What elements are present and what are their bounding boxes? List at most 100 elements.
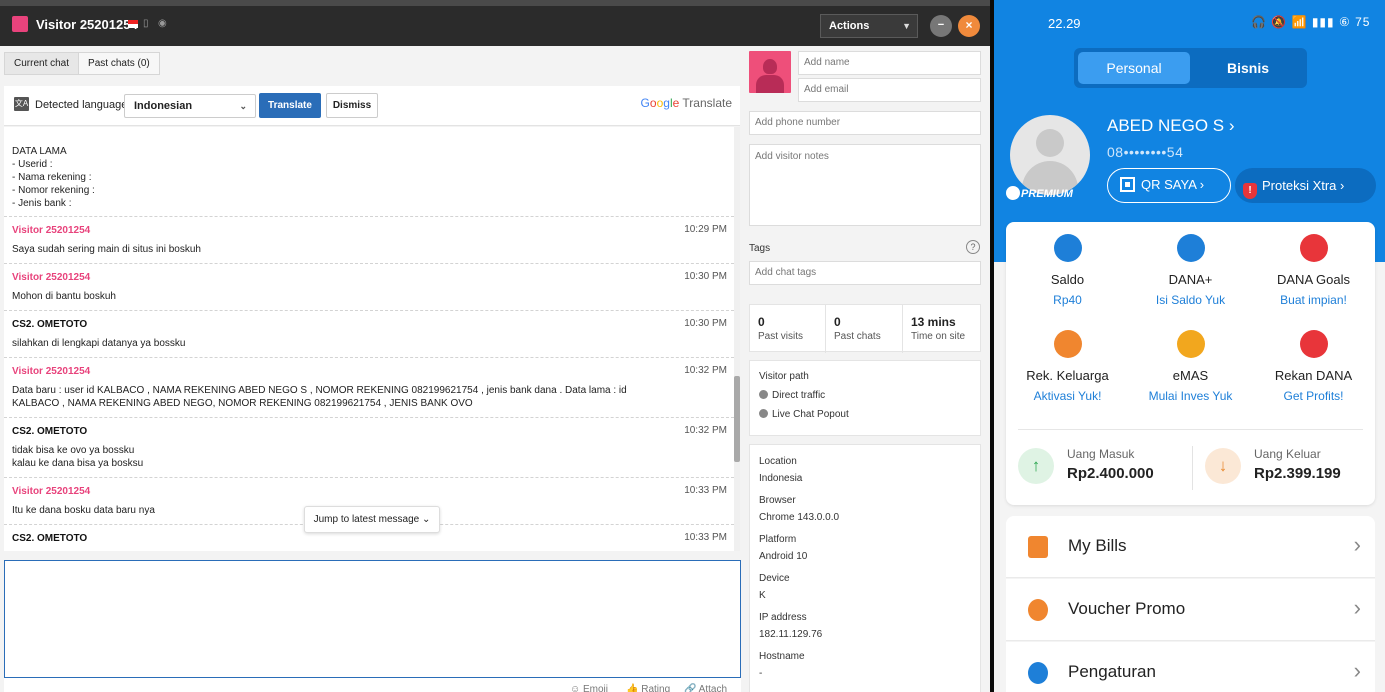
cash-out-label: Uang Keluar [1254,447,1321,461]
service-name: DANA+ [1168,272,1213,287]
window-title: Visitor 25201254 [36,17,138,32]
service-dana-[interactable]: DANA+ Isi Saldo Yuk [1129,234,1252,307]
message-text: tidak bisa ke ovo ya bossku [12,445,135,456]
message-time: 10:33 PM [684,485,727,496]
proteksi-xtra-button[interactable]: ! Proteksi Xtra › [1235,168,1376,203]
message-line: - Jenis bank : [12,198,72,209]
jump-to-latest-button[interactable]: Jump to latest message ⌄ [304,506,440,533]
service-rekan-dana[interactable]: Rekan DANA Get Profits! [1252,330,1375,403]
message-list[interactable]: DATA LAMA - Userid : - Nama rekening : -… [4,127,734,551]
chevron-down-icon: ▼ [902,21,911,31]
attach-button[interactable]: 🔗 Attach [684,684,727,692]
compose-toolbar: ☺ Emoji 👍 Rating 🔗 Attach [4,678,741,692]
premium-icon [1006,186,1020,200]
chat-tags-field[interactable]: Add chat tags [749,261,981,285]
message-time: 10:32 PM [684,425,727,436]
service-saldo[interactable]: Saldo Rp40 [1006,234,1129,307]
message-sender: Visitor 25201254 [12,366,91,377]
browser-value: Chrome 143.0.0.0 [759,512,840,523]
status-icons: 🎧 🔕 📶 ▮▮▮ ⑥ 75 [1251,15,1371,29]
divider [1018,429,1363,430]
qr-saya-button[interactable]: QR SAYA › [1107,168,1231,203]
name-field[interactable]: Add name [798,51,981,75]
plus-icon [1176,234,1205,262]
service-subtitle: Aktivasi Yuk! [1033,389,1102,403]
menu-voucher-promo[interactable]: Voucher Promo › [1006,579,1375,641]
menu-my-bills[interactable]: My Bills › [1006,516,1375,578]
qr-code-icon [1120,177,1135,192]
messages-container: Visitor 25201254 10:29 PM Saya sudah serin… [4,217,734,551]
menu-label: Pengaturan [1068,662,1156,681]
message-time: 10:32 PM [684,365,727,376]
message-line: DATA LAMA [12,146,67,157]
tab-bisnis[interactable]: Bisnis [1192,52,1304,84]
chat-tabs: Current chat Past chats (0) [4,52,160,75]
message-text: Saya sudah sering main di situs ini bosk… [12,244,201,255]
language-value: Indonesian [134,100,193,112]
message-text: kalau ke dana bisa ya bosksu [12,458,144,469]
visitor-avatar [749,51,791,93]
voucher-icon [1028,599,1048,621]
stat-value: 13 mins [911,315,956,329]
close-button[interactable]: × [958,15,980,37]
premium-badge: PREMIUM [1006,186,1073,200]
shield-icon: ! [1243,183,1257,199]
phone-field[interactable]: Add phone number [749,111,981,135]
device-label: Device [759,573,790,584]
platform-value: Android 10 [759,551,808,562]
emoji-button[interactable]: ☺ Emoji [570,684,608,692]
service-subtitle: Isi Saldo Yuk [1155,293,1226,307]
service-subtitle: Rp40 [1053,293,1082,307]
service-emas[interactable]: eMAS Mulai Inves Yuk [1129,330,1252,403]
message-input[interactable] [4,560,741,678]
actions-dropdown[interactable]: Actions ▼ [820,14,918,38]
email-field[interactable]: Add email [798,78,981,102]
path-item: Live Chat Popout [759,409,849,420]
visitor-avatar-icon [12,16,28,32]
rating-button[interactable]: 👍 Rating [626,684,670,692]
user-name[interactable]: ABED NEGO S › [1107,116,1235,136]
message-scrollbar[interactable] [734,127,740,551]
message-sender: Visitor 25201254 [12,272,91,283]
message-text: Mohon di bantu boskuh [12,291,116,302]
chat-window: Visitor 25201254 ▯ ◉ Actions ▼ − × Curre… [0,0,990,692]
stat-label: Time on site [911,331,966,342]
service-rek-keluarga[interactable]: Rek. Keluarga Aktivasi Yuk! [1006,330,1129,403]
language-select[interactable]: Indonesian ⌄ [124,94,256,118]
help-icon[interactable]: ? [966,240,980,254]
platform-label: Platform [759,534,797,545]
minimize-button[interactable]: − [930,15,952,37]
service-dana-goals[interactable]: DANA Goals Buat impian! [1252,234,1375,307]
visitor-notes-field[interactable]: Add visitor notes [749,144,981,226]
cash-in-label: Uang Masuk [1067,447,1135,461]
translate-icon: 文A [14,97,29,111]
chevron-down-icon: ⌄ [239,101,247,111]
menu-pengaturan[interactable]: Pengaturan › [1006,642,1375,692]
message-time: 10:33 PM [684,532,727,543]
tab-current-chat[interactable]: Current chat [5,53,80,74]
message-text: silahkan di lengkapi datanya ya bossku [12,338,186,349]
scrollbar-thumb[interactable] [734,376,740,462]
ip-value: 182.11.129.76 [759,629,823,640]
message-line: - Nama rekening : [12,172,92,183]
message-sender: CS2. OMETOTO [12,533,88,544]
service-name: Saldo [1050,272,1085,287]
title-bar: Visitor 25201254 ▯ ◉ Actions ▼ − × [0,0,990,46]
menu-label: My Bills [1068,536,1127,555]
tab-personal[interactable]: Personal [1078,52,1190,84]
visitor-stats: 0 Past visits 0 Past chats 13 mins Time … [749,304,981,353]
target-icon [1299,234,1328,262]
tab-past-chats[interactable]: Past chats (0) [79,53,159,74]
service-subtitle: Buat impian! [1280,293,1347,307]
account-type-toggle: Personal Bisnis [1074,48,1307,88]
message-text: Data baru : user id KALBACO , NAMA REKEN… [12,385,627,409]
profile-avatar[interactable] [1010,115,1090,195]
message-sender: Visitor 25201254 [12,225,91,236]
dismiss-button[interactable]: Dismiss [326,93,378,118]
chat-message: Visitor 25201254 10:32 PM Data baru : user… [4,358,734,418]
divider [1192,446,1193,490]
indonesia-flag-icon [128,20,138,28]
arrow-down-icon: ↓ [1205,448,1241,484]
browser-label: Browser [759,495,796,506]
translate-button[interactable]: Translate [259,93,321,118]
